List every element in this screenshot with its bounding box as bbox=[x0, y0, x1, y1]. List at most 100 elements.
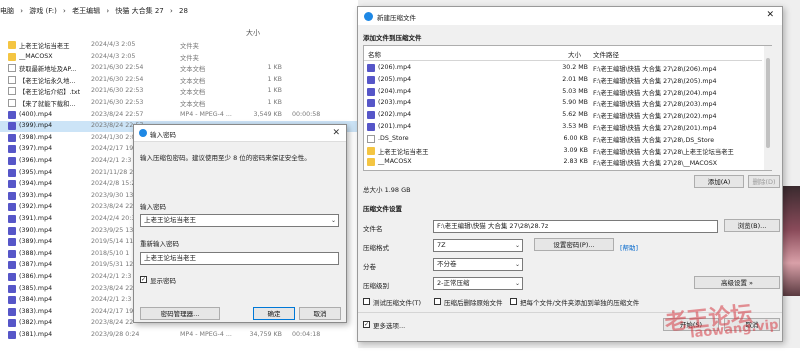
file-name: (399).mp4 bbox=[19, 122, 53, 130]
file-row[interactable]: 【老王论坛介绍】.txt 2021/6/30 22:53 文本文档 1 KB bbox=[0, 86, 358, 97]
file-name: (386).mp4 bbox=[19, 273, 53, 280]
archive-row[interactable]: (204).mp4 5.03 MB F:\老王编辑\快猫 大合集 27\28\(20… bbox=[364, 87, 759, 98]
archive-item-name: (204).mp4 bbox=[378, 87, 412, 95]
file-date: 2024/2/1 2:3 bbox=[91, 296, 132, 304]
close-icon[interactable]: ✕ bbox=[766, 10, 774, 20]
scrollbar-thumb[interactable] bbox=[766, 58, 770, 148]
enter-password-input[interactable]: 上老王论坛当老王 ⌄ bbox=[140, 214, 339, 227]
video-file-icon bbox=[8, 284, 16, 293]
file-name: (396).mp4 bbox=[19, 157, 53, 164]
archive-item-name: __MACOSX bbox=[378, 158, 412, 166]
file-row[interactable]: (400).mp4 2023/8/24 22:57 MP4 - MPEG-4 ...… bbox=[0, 110, 358, 121]
reenter-password-input[interactable]: 上老王论坛当老王 bbox=[140, 252, 339, 265]
scrollbar[interactable] bbox=[764, 46, 772, 170]
archive-file-list[interactable]: 名称 大小 文件路径 (206).mp4 30.2 MB F:\老王编辑\快猫 大合… bbox=[363, 45, 772, 171]
archive-item-name: (202).mp4 bbox=[378, 111, 412, 119]
total-size: 总大小 1.98 GB bbox=[363, 186, 411, 194]
archive-row[interactable]: (202).mp4 5.62 MB F:\老王编辑\快猫 大合集 27\28\(20… bbox=[364, 110, 759, 121]
add-button[interactable]: 添加(A) bbox=[694, 175, 744, 188]
show-password-checkbox[interactable]: ✓ bbox=[140, 276, 147, 283]
video-file-icon bbox=[367, 99, 375, 108]
breadcrumb-item[interactable]: 快猫 大合集 27 bbox=[115, 7, 163, 15]
split-select[interactable]: 不分卷 ⌄ bbox=[433, 258, 523, 271]
test-archive-checkbox[interactable] bbox=[363, 298, 370, 305]
archive-row[interactable]: (206).mp4 30.2 MB F:\老王编辑\快猫 大合集 27\28\(20… bbox=[364, 63, 759, 74]
archive-row[interactable]: (201).mp4 3.53 MB F:\老王编辑\快猫 大合集 27\28\(20… bbox=[364, 122, 759, 133]
file-date: 2021/11/28 2 bbox=[91, 168, 134, 176]
breadcrumb-item[interactable]: 老王编辑 bbox=[72, 7, 100, 15]
browse-button[interactable]: 浏览(B)... bbox=[724, 219, 780, 232]
file-row[interactable]: 上老王论坛当老王 2024/4/3 2:05 文件夹 bbox=[0, 40, 358, 51]
delete-source-checkbox[interactable] bbox=[434, 298, 441, 305]
level-value: 2-正常压缩 bbox=[437, 279, 470, 287]
video-file-icon bbox=[367, 111, 375, 120]
advanced-settings-button[interactable]: 高级设置 » bbox=[694, 276, 780, 289]
video-file-icon bbox=[8, 296, 16, 305]
file-size: 1 KB bbox=[267, 75, 282, 83]
reenter-password-label: 重新输入密码 bbox=[140, 240, 179, 248]
separate-archives-label[interactable]: 把每个文件/文件夹添加到单独的压缩文件 bbox=[520, 297, 639, 307]
breadcrumb-item[interactable]: 游戏 (F:) bbox=[29, 7, 57, 15]
remove-button[interactable]: 删除(D) bbox=[748, 175, 780, 188]
separate-archives-checkbox[interactable] bbox=[510, 298, 517, 305]
archive-item-name: (201).mp4 bbox=[378, 123, 412, 130]
file-row[interactable]: 【老王论坛永久地... 2021/6/30 22:54 文本文档 1 KB bbox=[0, 75, 358, 86]
file-date: 2024/2/1 2:3 bbox=[91, 273, 132, 280]
more-options-label[interactable]: 更多选项... bbox=[373, 320, 405, 330]
dialog-title: 新建压缩文件 bbox=[377, 14, 416, 22]
name-column-header[interactable]: 名称 bbox=[368, 49, 381, 59]
close-icon[interactable]: ✕ bbox=[332, 128, 340, 138]
breadcrumb[interactable]: 电脑 › 游戏 (F:) › 老王编辑 › 快猫 大合集 27 › 28 bbox=[0, 6, 358, 20]
level-label: 压缩级别 bbox=[363, 282, 389, 290]
video-file-icon bbox=[8, 215, 16, 223]
folder-icon bbox=[8, 52, 16, 61]
archive-row[interactable]: 上老王论坛当老王 3.09 KB F:\老王编辑\快猫 大合集 27\28\上老王论… bbox=[364, 146, 759, 157]
password-manager-button[interactable]: 密码管理器... bbox=[140, 307, 220, 320]
column-size-header[interactable]: 大小 bbox=[246, 28, 260, 38]
file-name: (385).mp4 bbox=[19, 284, 53, 292]
breadcrumb-item[interactable]: 电脑 bbox=[0, 7, 14, 15]
set-password-button[interactable]: 设置密码(P)... bbox=[534, 238, 614, 251]
file-date: 2021/6/30 22:53 bbox=[91, 99, 144, 106]
format-select[interactable]: 7Z ⌄ bbox=[433, 239, 523, 252]
text-file-icon bbox=[367, 134, 375, 143]
breadcrumb-item[interactable]: 28 bbox=[179, 7, 188, 15]
split-value: 不分卷 bbox=[437, 260, 457, 268]
size-column-header[interactable]: 大小 bbox=[568, 49, 581, 59]
file-row[interactable]: 获取最新地址及AP... 2021/6/30 22:54 文本文档 1 KB bbox=[0, 63, 358, 74]
file-row[interactable]: __MACOSX 2024/4/3 2:05 文件夹 bbox=[0, 52, 358, 63]
cancel-button[interactable]: 取消 bbox=[299, 307, 341, 320]
test-archive-label[interactable]: 测试压缩文件(T) bbox=[373, 297, 421, 307]
chevron-down-icon: ⌄ bbox=[514, 280, 520, 287]
file-duration: 00:00:58 bbox=[292, 110, 321, 118]
file-name: (381).mp4 bbox=[19, 331, 53, 338]
level-select[interactable]: 2-正常压缩 ⌄ bbox=[433, 277, 523, 290]
file-row[interactable]: (381).mp4 2023/9/28 0:24 MP4 - MPEG-4 ... 3… bbox=[0, 330, 358, 341]
more-options-checkbox[interactable]: ✓ bbox=[363, 321, 370, 328]
file-date: 2024/4/3 2:05 bbox=[91, 41, 136, 48]
archive-item-name: 上老王论坛当老王 bbox=[378, 148, 429, 156]
file-date: 2023/8/24 22 bbox=[91, 203, 134, 211]
path-column-header[interactable]: 文件路径 bbox=[593, 49, 619, 59]
help-link[interactable]: [帮助] bbox=[620, 242, 638, 252]
split-label: 分卷 bbox=[363, 263, 376, 271]
file-date: 2024/2/17 19 bbox=[91, 307, 134, 315]
ok-button[interactable]: 确定 bbox=[253, 307, 295, 320]
video-file-icon bbox=[8, 122, 16, 131]
archive-item-size: 5.90 MB bbox=[562, 99, 588, 107]
archive-row[interactable]: (205).mp4 2.01 MB F:\老王编辑\快猫 大合集 27\28\(20… bbox=[364, 75, 759, 86]
show-password-label[interactable]: 显示密码 bbox=[150, 275, 176, 285]
archive-row[interactable]: (203).mp4 5.90 MB F:\老王编辑\快猫 大合集 27\28\(20… bbox=[364, 98, 759, 109]
file-row[interactable]: 【来了就能下载和... 2021/6/30 22:53 文本文档 1 KB bbox=[0, 98, 358, 109]
file-size: 1 KB bbox=[267, 64, 282, 72]
title-bar: 输入密码 ✕ bbox=[134, 125, 346, 142]
file-date: 2024/2/8 15:2 bbox=[91, 180, 136, 188]
filename-input[interactable]: F:\老王编辑\快猫 大合集 27\28\28.7z bbox=[433, 220, 718, 233]
file-date: 2024/1/30 2:0 bbox=[91, 133, 136, 141]
delete-source-label[interactable]: 压缩后删除原始文件 bbox=[444, 297, 503, 307]
file-name: 获取最新地址及AP... bbox=[19, 66, 77, 74]
chevron-down-icon: ⌄ bbox=[514, 242, 520, 249]
archive-item-size: 5.62 MB bbox=[562, 111, 588, 119]
archive-row[interactable]: .DS_Store 6.00 KB F:\老王编辑\快猫 大合集 27\28\.DS… bbox=[364, 134, 759, 145]
archive-row[interactable]: __MACOSX 2.83 KB F:\老王编辑\快猫 大合集 27\28\__MA… bbox=[364, 157, 759, 168]
